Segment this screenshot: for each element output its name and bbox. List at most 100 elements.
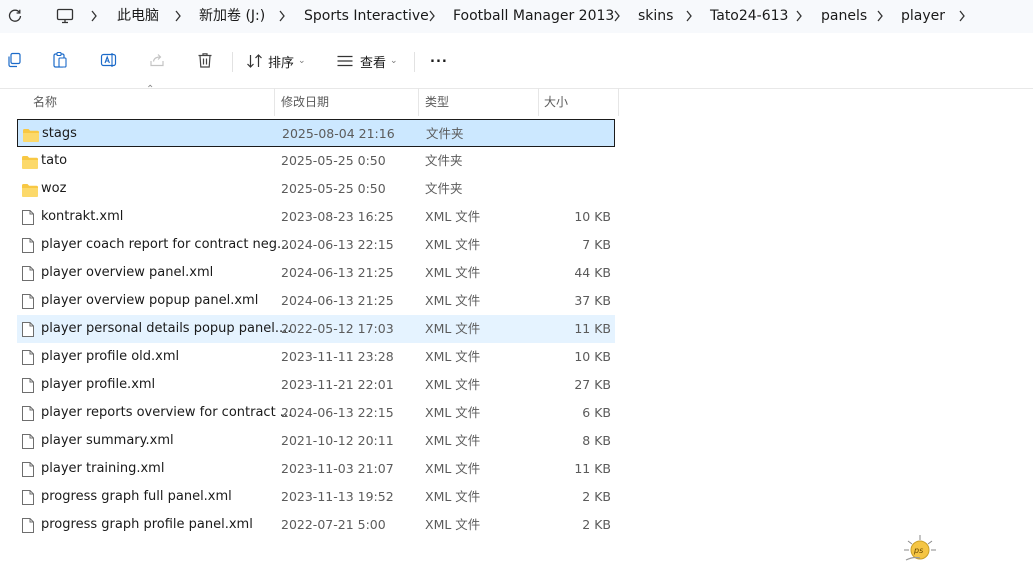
rename-button[interactable] — [95, 48, 123, 72]
file-row[interactable]: player coach report for contract neg... 2… — [17, 231, 615, 259]
file-date: 2023-11-03 21:07 — [281, 461, 394, 476]
file-size: 44 KB — [574, 265, 611, 280]
file-type: 文件夹 — [426, 126, 464, 141]
file-row[interactable]: player overview popup panel.xml 2024-06-1… — [17, 287, 615, 315]
copy-icon — [8, 52, 21, 68]
file-type: XML 文件 — [425, 321, 481, 336]
file-name: player profile.xml — [41, 377, 156, 392]
document-icon — [21, 237, 39, 253]
address-bar: 此电脑 新加卷 (J:) Sports Interactive Football… — [0, 0, 1033, 33]
delete-button[interactable] — [191, 48, 219, 72]
share-button[interactable] — [143, 48, 171, 72]
view-label: 查看 — [360, 55, 387, 71]
file-type: XML 文件 — [425, 209, 481, 224]
file-row[interactable]: player training.xml 2023-11-03 21:07 XML 文… — [17, 455, 615, 483]
file-size: 2 KB — [582, 517, 611, 532]
breadcrumb-sports-interactive[interactable]: Sports Interactive — [304, 7, 429, 25]
column-divider[interactable] — [618, 88, 619, 116]
more-options-icon: ... — [430, 50, 448, 66]
file-size: 27 KB — [574, 377, 611, 392]
file-name: player summary.xml — [41, 433, 174, 448]
breadcrumb-football-manager[interactable]: Football Manager 2013 — [453, 7, 614, 25]
file-name: progress graph profile panel.xml — [41, 517, 253, 532]
file-row[interactable]: player personal details popup panel.... 2… — [17, 315, 615, 343]
file-name: player overview popup panel.xml — [41, 293, 259, 308]
file-type: XML 文件 — [425, 265, 481, 280]
file-size: 7 KB — [582, 237, 611, 252]
file-date: 2023-08-23 16:25 — [281, 209, 394, 224]
file-name: player personal details popup panel.... — [41, 321, 292, 336]
file-date: 2021-10-12 20:11 — [281, 433, 394, 448]
document-icon — [21, 377, 39, 393]
file-row[interactable]: progress graph profile panel.xml 2022-07-… — [17, 511, 615, 539]
file-type: XML 文件 — [425, 433, 481, 448]
file-row[interactable]: player profile.xml 2023-11-21 22:01 XML 文件… — [17, 371, 615, 399]
file-size: 2 KB — [582, 489, 611, 504]
breadcrumb-skins[interactable]: skins — [638, 7, 673, 25]
paste-icon — [53, 51, 67, 68]
view-button[interactable]: 查看 ⌄ — [336, 50, 398, 72]
file-name: woz — [41, 181, 67, 196]
file-name: player training.xml — [41, 461, 165, 476]
file-date: 2023-11-13 19:52 — [281, 489, 394, 504]
column-divider[interactable] — [418, 88, 419, 116]
column-header-type[interactable]: 类型 — [425, 88, 537, 116]
folder-row[interactable]: stags 2025-08-04 21:16 文件夹 — [17, 119, 615, 147]
breadcrumb-player[interactable]: player — [901, 7, 945, 25]
file-size: 6 KB — [582, 405, 611, 420]
file-type: 文件夹 — [425, 181, 463, 196]
column-divider[interactable] — [274, 88, 275, 116]
refresh-button[interactable] — [2, 4, 28, 28]
document-icon — [21, 517, 39, 533]
more-options-button[interactable]: ... — [430, 47, 448, 69]
file-row[interactable]: progress graph full panel.xml 2023-11-13 … — [17, 483, 615, 511]
file-row[interactable]: player reports overview for contract ...… — [17, 399, 615, 427]
folder-icon — [21, 153, 39, 169]
monitor-icon — [56, 8, 74, 24]
column-header-size[interactable]: 大小 — [544, 88, 618, 116]
file-size: 37 KB — [574, 293, 611, 308]
breadcrumb-panels[interactable]: panels — [821, 7, 867, 25]
column-divider[interactable] — [538, 88, 539, 116]
file-size: 11 KB — [574, 461, 611, 476]
view-icon — [337, 55, 353, 67]
file-name: progress graph full panel.xml — [41, 489, 232, 504]
file-row[interactable]: kontrakt.xml 2023-08-23 16:25 XML 文件 10 KB — [17, 203, 615, 231]
document-icon — [21, 489, 39, 505]
column-header-name[interactable]: 名称 — [33, 88, 273, 116]
breadcrumb-tato24[interactable]: Tato24-613 — [710, 7, 788, 25]
paste-button[interactable] — [46, 48, 74, 72]
breadcrumb-this-pc[interactable]: 此电脑 — [117, 7, 159, 25]
file-type: XML 文件 — [425, 489, 481, 504]
file-name: player overview panel.xml — [41, 265, 214, 280]
copy-button[interactable] — [0, 48, 28, 72]
column-header-date[interactable]: 修改日期 — [281, 88, 417, 116]
file-type: XML 文件 — [425, 517, 481, 532]
rename-icon — [100, 53, 117, 67]
breadcrumb-drive[interactable]: 新加卷 (J:) — [199, 7, 265, 25]
file-date: 2024-06-13 22:15 — [281, 237, 394, 252]
file-row[interactable]: player profile old.xml 2023-11-11 23:28 XM… — [17, 343, 615, 371]
chevron-right-icon — [682, 8, 696, 24]
file-type: XML 文件 — [425, 377, 481, 392]
sort-button[interactable]: 排序 ⌄ — [246, 50, 306, 72]
folder-icon — [21, 181, 39, 197]
chevron-right-icon — [171, 8, 185, 24]
chevron-down-icon: ⌄ — [390, 56, 398, 66]
this-pc-button[interactable] — [52, 4, 78, 28]
file-type: XML 文件 — [425, 293, 481, 308]
file-date: 2023-11-11 23:28 — [281, 349, 394, 364]
folder-row[interactable]: tato 2025-05-25 0:50 文件夹 — [17, 147, 615, 175]
chevron-right-icon — [425, 8, 439, 24]
document-icon — [21, 321, 39, 337]
file-date: 2025-08-04 21:16 — [282, 126, 395, 141]
file-date: 2025-05-25 0:50 — [281, 181, 386, 196]
file-row[interactable]: player overview panel.xml 2024-06-13 21:2… — [17, 259, 615, 287]
file-size: 10 KB — [574, 349, 611, 364]
share-icon — [150, 54, 164, 67]
file-name: kontrakt.xml — [41, 209, 124, 224]
folder-row[interactable]: woz 2025-05-25 0:50 文件夹 — [17, 175, 615, 203]
chevron-right-icon[interactable] — [955, 8, 969, 24]
document-icon — [21, 293, 39, 309]
file-row[interactable]: player summary.xml 2021-10-12 20:11 XML 文件… — [17, 427, 615, 455]
